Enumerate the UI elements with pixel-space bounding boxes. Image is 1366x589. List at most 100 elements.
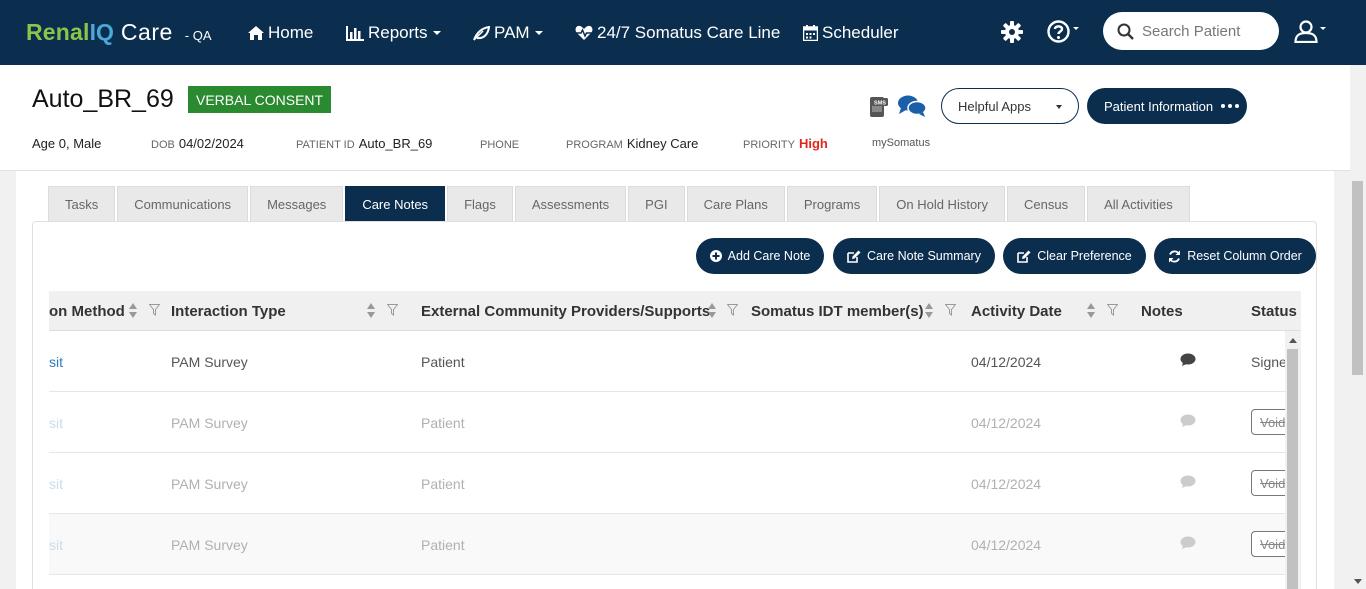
patient-program: PROGRAM Kidney Care bbox=[566, 136, 698, 151]
chevron-down-icon bbox=[432, 31, 441, 35]
table-row[interactable]: sit PAM Survey Patient 04/12/2024 Void bbox=[49, 392, 1291, 453]
patient-id: PATIENT ID Auto_BR_69 bbox=[296, 136, 432, 151]
column-header-interaction-type[interactable]: Interaction Type bbox=[171, 291, 286, 331]
nav-care-line[interactable]: 24/7 Somatus Care Line bbox=[575, 20, 780, 46]
reset-column-order-button[interactable]: Reset Column Order bbox=[1154, 238, 1316, 274]
tab-all-activities[interactable]: All Activities bbox=[1087, 186, 1190, 222]
column-header-status[interactable]: Status bbox=[1251, 291, 1297, 331]
user-menu-button[interactable] bbox=[1294, 19, 1326, 43]
brand-logo[interactable]: Renal IQ Care - QA bbox=[26, 19, 212, 47]
tab-on-hold-history[interactable]: On Hold History bbox=[879, 186, 1005, 222]
help-button[interactable] bbox=[1047, 20, 1079, 43]
add-care-note-button[interactable]: Add Care Note bbox=[696, 238, 824, 274]
help-icon bbox=[1047, 20, 1070, 43]
grid-scrollbar-thumb[interactable] bbox=[1287, 349, 1298, 589]
comment-icon[interactable] bbox=[1180, 536, 1196, 550]
table-row[interactable]: sit PAM Survey Patient 04/12/2024 Signe bbox=[49, 331, 1285, 392]
search-patient-input[interactable] bbox=[1142, 22, 1272, 40]
grid-vertical-scrollbar[interactable] bbox=[1285, 331, 1301, 589]
comment-icon[interactable] bbox=[1180, 414, 1196, 428]
scroll-down-arrow-icon[interactable] bbox=[1354, 579, 1362, 584]
filter-icon[interactable] bbox=[945, 304, 956, 316]
brand-renal: Renal bbox=[26, 19, 90, 45]
cell-activity-date: 04/12/2024 bbox=[971, 414, 1042, 431]
nav-scheduler[interactable]: Scheduler bbox=[803, 20, 899, 46]
patient-tabs: Tasks Communications Messages Care Notes… bbox=[48, 186, 1192, 222]
filter-icon[interactable] bbox=[387, 304, 398, 316]
cell-interaction-type: PAM Survey bbox=[171, 353, 248, 370]
add-care-note-label: Add Care Note bbox=[727, 249, 811, 263]
nav-pam[interactable]: PAM bbox=[473, 20, 543, 46]
nav-reports-label: Reports bbox=[368, 23, 428, 42]
sort-icon[interactable] bbox=[367, 303, 376, 319]
sort-icon[interactable] bbox=[708, 303, 717, 319]
patient-id-label: PATIENT ID bbox=[296, 139, 355, 151]
sort-icon[interactable] bbox=[129, 303, 138, 319]
nav-care-line-label: 24/7 Somatus Care Line bbox=[597, 23, 781, 42]
tab-tasks[interactable]: Tasks bbox=[48, 186, 116, 222]
settings-button[interactable] bbox=[1001, 21, 1023, 43]
cell-method[interactable]: sit bbox=[49, 331, 63, 392]
cell-activity-date: 04/12/2024 bbox=[971, 536, 1042, 553]
cell-interaction-type: PAM Survey bbox=[171, 536, 248, 553]
comment-icon[interactable] bbox=[1180, 353, 1196, 367]
cell-interaction-type: PAM Survey bbox=[171, 414, 248, 431]
column-header-idt-members[interactable]: Somatus IDT member(s) bbox=[751, 291, 924, 331]
sms-phone-icon: SMS bbox=[870, 97, 888, 117]
grid-header: on Method Interaction Type External Comm… bbox=[49, 291, 1301, 331]
cell-activity-date: 04/12/2024 bbox=[971, 475, 1042, 492]
dob-label: DOB bbox=[151, 139, 175, 151]
chat-button[interactable] bbox=[897, 94, 927, 118]
care-note-summary-label: Care Note Summary bbox=[867, 249, 981, 263]
tab-programs[interactable]: Programs bbox=[786, 186, 878, 222]
page-vertical-scrollbar[interactable] bbox=[1350, 65, 1366, 589]
care-note-summary-button[interactable]: Care Note Summary bbox=[833, 238, 995, 274]
filter-icon[interactable] bbox=[149, 304, 160, 316]
patient-information-button[interactable]: Patient Information bbox=[1087, 88, 1247, 124]
search-box[interactable] bbox=[1103, 12, 1279, 50]
age-sex-value: Age 0, Male bbox=[32, 136, 102, 151]
tab-messages[interactable]: Messages bbox=[250, 186, 344, 222]
tab-care-notes[interactable]: Care Notes bbox=[345, 186, 446, 222]
tab-pgi[interactable]: PGI bbox=[628, 186, 685, 222]
cell-method[interactable]: sit bbox=[49, 453, 63, 514]
table-row[interactable]: sit PAM Survey Patient 04/12/2024 Void bbox=[49, 453, 1291, 514]
page-scrollbar-thumb[interactable] bbox=[1352, 181, 1363, 375]
clear-preference-button[interactable]: Clear Preference bbox=[1003, 238, 1146, 274]
nav-reports[interactable]: Reports bbox=[346, 20, 441, 46]
tab-care-plans[interactable]: Care Plans bbox=[686, 186, 785, 222]
environment-label: - QA bbox=[184, 28, 212, 43]
column-header-external-providers[interactable]: External Community Providers/Supports bbox=[421, 291, 710, 331]
tab-assessments[interactable]: Assessments bbox=[514, 186, 627, 222]
filter-icon[interactable] bbox=[727, 304, 738, 316]
nav-home[interactable]: Home bbox=[248, 20, 313, 46]
cell-activity-date: 04/12/2024 bbox=[971, 353, 1042, 370]
user-icon bbox=[1294, 20, 1318, 43]
leaf-icon bbox=[473, 25, 490, 41]
column-header-method[interactable]: on Method bbox=[49, 291, 125, 331]
filter-icon[interactable] bbox=[1107, 304, 1118, 316]
tab-census[interactable]: Census bbox=[1007, 186, 1086, 222]
cell-interaction-type: PAM Survey bbox=[171, 475, 248, 492]
column-header-activity-date[interactable]: Activity Date bbox=[971, 291, 1062, 331]
helpful-apps-dropdown[interactable]: Helpful Apps bbox=[941, 88, 1079, 124]
nav-scheduler-label: Scheduler bbox=[822, 23, 899, 42]
sort-icon[interactable] bbox=[1087, 303, 1096, 319]
bar-chart-icon bbox=[346, 25, 364, 41]
sms-button[interactable]: SMS bbox=[869, 96, 889, 118]
priority-value: High bbox=[798, 136, 828, 151]
cell-method[interactable]: sit bbox=[49, 392, 63, 453]
clear-preference-label: Clear Preference bbox=[1037, 249, 1132, 263]
comment-icon[interactable] bbox=[1180, 475, 1196, 489]
table-row[interactable]: sit PAM Survey Patient 04/12/2024 Void bbox=[49, 514, 1291, 575]
priority-label: PRIORITY bbox=[743, 139, 795, 151]
sort-icon[interactable] bbox=[925, 303, 934, 319]
scroll-up-arrow-icon[interactable] bbox=[1289, 338, 1297, 343]
tab-flags[interactable]: Flags bbox=[447, 186, 513, 222]
cell-external-providers: Patient bbox=[421, 353, 465, 370]
tab-communications[interactable]: Communications bbox=[117, 186, 249, 222]
column-header-notes[interactable]: Notes bbox=[1141, 291, 1183, 331]
cell-external-providers: Patient bbox=[421, 475, 465, 492]
cell-method[interactable]: sit bbox=[49, 514, 63, 575]
main-content: Tasks Communications Messages Care Notes… bbox=[16, 171, 1334, 589]
